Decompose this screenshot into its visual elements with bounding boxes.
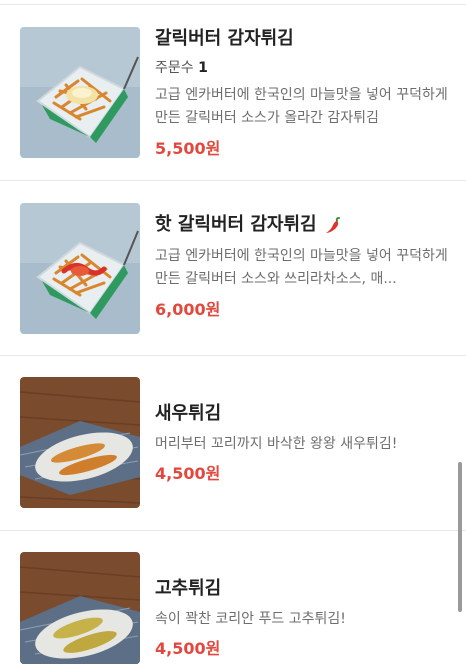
menu-item-price: 5,500원	[155, 139, 221, 158]
hot-garlic-butter-fries-photo	[20, 203, 140, 334]
menu-item-fried-shrimp[interactable]: 새우튀김 머리부터 꼬리까지 바삭한 왕왕 새우튀김! 4,500원	[0, 356, 466, 531]
menu-item-name: 새우튀김	[155, 403, 222, 424]
menu-item-name: 갈릭버터 감자튀김	[155, 28, 294, 49]
menu-item-hot-garlic-butter-fries[interactable]: 핫 갈릭버터 감자튀김 고급 엔카버터에 한국인의 마늘맛을 넣어 꾸덕하게 만…	[0, 181, 466, 356]
menu-item-info: 핫 갈릭버터 감자튀김 고급 엔카버터에 한국인의 마늘맛을 넣어 꾸덕하게 만…	[155, 213, 450, 320]
menu-item-price: 4,500원	[155, 639, 221, 658]
menu-item-garlic-butter-fries[interactable]: 갈릭버터 감자튀김 주문수 1 고급 엔카버터에 한국인의 마늘맛을 넣어 꾸덕…	[0, 0, 466, 181]
menu-item-info: 갈릭버터 감자튀김 주문수 1 고급 엔카버터에 한국인의 마늘맛을 넣어 꾸덕…	[155, 27, 450, 159]
menu-item-fried-pepper[interactable]: 고추튀김 속이 꽉찬 코리안 푸드 고추튀김! 4,500원	[0, 531, 466, 664]
garlic-butter-fries-photo	[20, 27, 140, 158]
fried-pepper-photo	[20, 552, 140, 664]
order-count: 주문수 1	[155, 60, 208, 76]
menu-item-price: 6,000원	[155, 300, 221, 319]
fried-shrimp-photo	[20, 377, 140, 508]
scrollbar[interactable]	[458, 462, 462, 612]
menu-item-name: 고추튀김	[155, 578, 222, 599]
menu-item-description: 머리부터 꼬리까지 바삭한 왕왕 새우튀김!	[155, 436, 398, 452]
menu-list: 갈릭버터 감자튀김 주문수 1 고급 엔카버터에 한국인의 마늘맛을 넣어 꾸덕…	[0, 0, 466, 664]
menu-item-info: 새우튀김 머리부터 꼬리까지 바삭한 왕왕 새우튀김! 4,500원	[155, 402, 450, 484]
chili-pepper-icon	[323, 215, 343, 235]
menu-item-description: 속이 꽉찬 코리안 푸드 고추튀김!	[155, 611, 346, 627]
menu-item-description: 고급 엔카버터에 한국인의 마늘맛을 넣어 꾸덕하게 만든 갈릭버터 소스가 올…	[155, 87, 448, 126]
menu-item-name: 핫 갈릭버터 감자튀김	[155, 213, 450, 237]
menu-item-price: 4,500원	[155, 464, 221, 483]
menu-item-info: 고추튀김 속이 꽉찬 코리안 푸드 고추튀김! 4,500원	[155, 577, 450, 659]
menu-item-description: 고급 엔카버터에 한국인의 마늘맛을 넣어 꾸덕하게 만든 갈릭버터 소스와 쓰…	[155, 248, 448, 287]
